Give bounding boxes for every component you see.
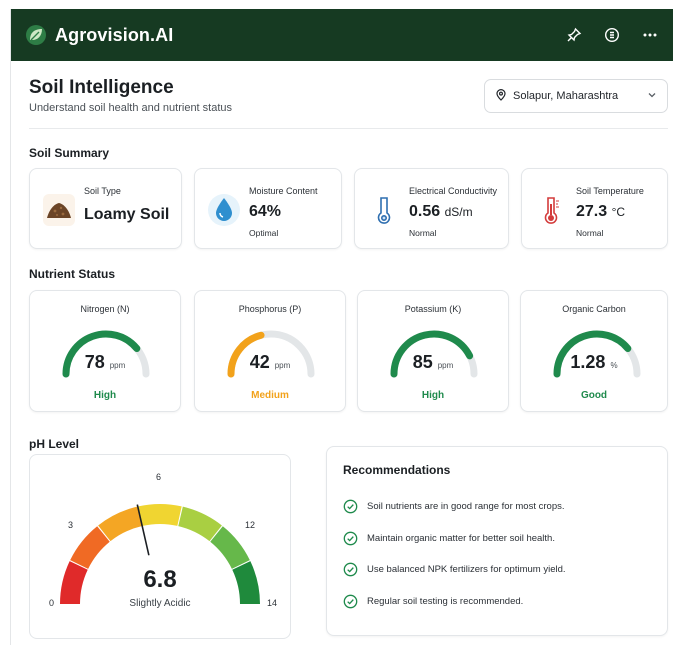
nutrient-unit: ppm — [437, 361, 454, 370]
temperature-unit: °C — [611, 205, 626, 219]
nutrient-unit: ppm — [109, 361, 126, 370]
ph-description: Slightly Acidic — [129, 598, 191, 609]
chevron-down-icon — [647, 90, 657, 103]
recommendation-item: Use balanced NPK fertilizers for optimum… — [343, 554, 566, 586]
more-icon[interactable] — [640, 25, 660, 45]
check-circle-icon — [343, 594, 358, 609]
ph-scale-segment — [209, 526, 250, 570]
nutrient-card-phosphorus: Phosphorus (P) 42 ppm Medium — [194, 290, 346, 412]
soil-type-card: Soil Type Loamy Soil — [29, 168, 182, 249]
nutrient-number: 1.28 — [570, 352, 606, 372]
temperature-value: 27.3 — [576, 203, 608, 220]
card-label: Moisture Content — [249, 186, 318, 196]
nutrient-label: Organic Carbon — [562, 304, 626, 314]
card-note: Optimal — [249, 228, 279, 238]
card-value: 64% — [249, 203, 282, 220]
page-title: Soil Intelligence — [29, 77, 174, 98]
location-label: Solapur, Maharashtra — [513, 90, 619, 102]
recommendation-item: Soil nutrients are in good range for mos… — [343, 491, 566, 523]
nutrient-number: 78 — [84, 352, 105, 372]
thermometer-icon — [534, 193, 568, 227]
ph-tick-label: 12 — [245, 520, 256, 530]
ph-scale-segment — [70, 526, 111, 570]
nutrient-label: Phosphorus (P) — [238, 304, 302, 314]
recommendations-card: Recommendations Soil nutrients are in go… — [326, 446, 668, 636]
conductivity-card: Electrical Conductivity 0.56 dS/m Normal — [354, 168, 509, 249]
conductivity-icon — [367, 193, 401, 227]
app-window: Agrovision.AI Soil Intelligence Understa… — [10, 9, 673, 645]
nutrient-number: 85 — [412, 352, 433, 372]
divider — [29, 128, 668, 129]
nutrient-number: 42 — [249, 352, 270, 372]
card-value: Loamy Soil — [84, 206, 170, 223]
card-label: Soil Temperature — [576, 186, 644, 196]
moisture-card: Moisture Content 64% Optimal — [194, 168, 342, 249]
settings-icon[interactable] — [602, 25, 622, 45]
pin-icon[interactable] — [564, 25, 584, 45]
recommendations-title: Recommendations — [343, 463, 451, 477]
recommendation-text: Soil nutrients are in good range for mos… — [367, 501, 565, 513]
ph-value: 6.8 — [143, 566, 177, 593]
nutrient-status: High — [421, 390, 445, 401]
nutrient-status: Good — [580, 390, 608, 401]
nutrient-unit: ppm — [274, 361, 291, 370]
card-value: 0.56 dS/m — [409, 203, 473, 221]
check-circle-icon — [343, 531, 358, 546]
nutrient-status: Medium — [251, 390, 289, 401]
water-drop-icon — [207, 193, 241, 227]
app-name: Agrovision.AI — [55, 24, 174, 45]
check-circle-icon — [343, 562, 358, 577]
ph-level-title: pH Level — [29, 437, 80, 451]
soil-icon — [42, 193, 76, 227]
ph-scale-segment — [138, 504, 182, 526]
nutrient-value: 85 ppm — [358, 352, 508, 373]
recommendation-item: Maintain organic matter for better soil … — [343, 523, 566, 555]
page-subtitle: Understand soil health and nutrient stat… — [29, 102, 233, 114]
recommendation-text: Regular soil testing is recommended. — [367, 595, 524, 607]
nutrient-value: 42 ppm — [195, 352, 345, 373]
nutrient-label: Potassium (K) — [404, 304, 462, 314]
nutrient-value: 1.28 % — [521, 352, 667, 373]
card-note: Normal — [576, 228, 604, 238]
soil-summary-title: Soil Summary — [29, 146, 110, 160]
ph-tick-label: 6 — [156, 472, 162, 482]
card-label: Soil Type — [84, 186, 121, 196]
nutrient-value: 78 ppm — [30, 352, 180, 373]
ph-scale-segment — [98, 506, 143, 542]
brand[interactable]: Agrovision.AI — [25, 24, 173, 46]
nutrient-card-nitrogen: Nitrogen (N) 78 ppm High — [29, 290, 181, 412]
nutrient-card-organic-carbon: Organic Carbon 1.28 % Good — [520, 290, 668, 412]
location-selector[interactable]: Solapur, Maharashtra — [484, 79, 668, 113]
nutrient-label: Nitrogen (N) — [80, 304, 130, 314]
ph-card: 0 3 6 12 14 6.8 Slightly Acidic — [29, 454, 327, 639]
nutrient-card-potassium: Potassium (K) 85 ppm High — [357, 290, 509, 412]
recommendation-text: Use balanced NPK fertilizers for optimum… — [367, 564, 566, 576]
location-pin-icon — [495, 88, 507, 104]
recommendation-item: Regular soil testing is recommended. — [343, 586, 566, 618]
conductivity-unit: dS/m — [444, 205, 473, 219]
conductivity-value: 0.56 — [409, 203, 441, 220]
recommendation-text: Maintain organic matter for better soil … — [367, 532, 555, 544]
nutrient-status-title: Nutrient Status — [29, 267, 116, 281]
temperature-card: Soil Temperature 27.3 °C Normal — [521, 168, 668, 249]
check-circle-icon — [343, 499, 358, 514]
card-value: 27.3 °C — [576, 203, 625, 221]
ph-scale-segment — [177, 506, 222, 542]
top-navigation-bar: Agrovision.AI — [11, 9, 673, 61]
nutrient-unit: % — [610, 361, 618, 370]
recommendations-list: Soil nutrients are in good range for mos… — [343, 491, 566, 617]
card-note: Normal — [409, 228, 437, 238]
ph-tick-label: 3 — [68, 520, 74, 530]
card-label: Electrical Conductivity — [409, 186, 498, 196]
leaf-logo-icon — [25, 24, 47, 46]
nutrient-status: High — [93, 390, 117, 401]
